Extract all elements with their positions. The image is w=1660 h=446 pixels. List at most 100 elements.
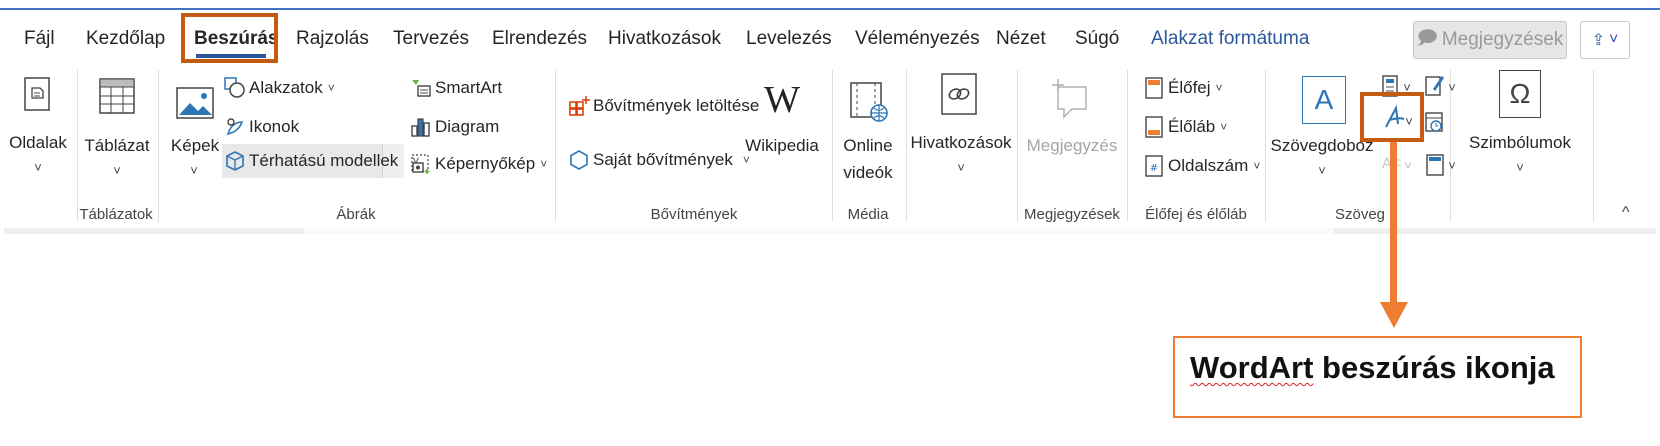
tab-layout[interactable]: Elrendezés bbox=[492, 28, 587, 50]
comments-button[interactable]: 🗩 Megjegyzések bbox=[1413, 21, 1567, 59]
footer-label: Élőláb bbox=[1168, 117, 1216, 136]
header-icon bbox=[1143, 77, 1165, 99]
header-label: Élőfej bbox=[1168, 78, 1211, 97]
online-video-label-line1[interactable]: Online bbox=[843, 133, 892, 159]
separator bbox=[1593, 70, 1594, 222]
screenshot-button[interactable]: Képernyőkép ˅ bbox=[410, 150, 547, 178]
separator bbox=[1017, 70, 1018, 222]
pictures-button[interactable]: Képek bbox=[171, 133, 219, 159]
table-button[interactable]: Táblázat bbox=[84, 133, 149, 159]
chevron-down-icon[interactable]: ˅ bbox=[190, 163, 198, 178]
online-video-icon[interactable] bbox=[848, 80, 890, 124]
new-comment-button[interactable]: Megjegyzés bbox=[1027, 133, 1118, 159]
group-label-header-footer: Élőfej és élőláb bbox=[1145, 206, 1247, 223]
online-video-label-line2[interactable]: videók bbox=[843, 160, 892, 186]
signature-line-icon[interactable] bbox=[1424, 72, 1446, 98]
group-label-tables: Táblázatok bbox=[79, 206, 153, 223]
get-addins-button[interactable]: Bővítmények letöltése bbox=[568, 92, 759, 120]
tab-draw[interactable]: Rajzolás bbox=[296, 28, 369, 50]
pictures-icon[interactable] bbox=[175, 86, 215, 120]
chevron-down-icon: ˅ bbox=[1215, 81, 1223, 95]
smartart-label: SmartArt bbox=[435, 78, 503, 97]
group-label-comments: Megjegyzések bbox=[1024, 206, 1120, 223]
links-button[interactable]: Hivatkozások bbox=[910, 130, 1011, 156]
chart-label: Diagram bbox=[435, 117, 500, 136]
chart-button[interactable]: Diagram bbox=[410, 113, 499, 141]
active-tab-underline bbox=[196, 54, 266, 58]
tab-view[interactable]: Nézet bbox=[996, 28, 1046, 50]
separator bbox=[77, 70, 78, 222]
textbox-icon[interactable]: A bbox=[1302, 76, 1346, 124]
my-addins-label: Saját bővítmények bbox=[593, 150, 733, 169]
table-icon[interactable] bbox=[97, 76, 137, 116]
tab-home[interactable]: Kezdőlap bbox=[86, 28, 165, 50]
tab-help[interactable]: Súgó bbox=[1075, 28, 1119, 50]
3d-models-label: Térhatású modellek bbox=[249, 151, 399, 170]
shapes-button[interactable]: Alakzatok ˅ bbox=[224, 74, 335, 102]
tab-review[interactable]: Véleményezés bbox=[855, 28, 980, 50]
share-button[interactable]: ⇪ ˅ bbox=[1580, 21, 1630, 59]
symbols-button[interactable]: Szimbólumok bbox=[1469, 130, 1571, 156]
top-accent-line bbox=[0, 8, 1660, 10]
page-number-button[interactable]: # Oldalszám ˅ bbox=[1143, 152, 1260, 180]
callout-arrow-head bbox=[1380, 302, 1408, 328]
callout-rest: beszúrás ikonja bbox=[1313, 350, 1555, 385]
separator bbox=[1127, 70, 1128, 222]
addin-hexagon-icon bbox=[568, 149, 590, 171]
chevron-down-icon[interactable]: ˅ bbox=[1448, 80, 1456, 95]
collapse-ribbon-icon[interactable]: ^ bbox=[1622, 204, 1630, 222]
textbox-button[interactable]: Szövegdoboz bbox=[1270, 133, 1373, 159]
shapes-label: Alakzatok bbox=[249, 78, 323, 97]
3d-models-button[interactable]: Térhatású modellek ˅ bbox=[224, 147, 419, 175]
callout-text: WordArt beszúrás ikonja bbox=[1190, 350, 1555, 386]
callout-arrow-shaft bbox=[1390, 142, 1397, 304]
tab-mailings[interactable]: Levelezés bbox=[746, 28, 832, 50]
callout-word-wordart: WordArt bbox=[1190, 350, 1314, 385]
footer-icon bbox=[1143, 116, 1165, 138]
separator bbox=[158, 70, 159, 222]
icons-button[interactable]: Ikonok bbox=[224, 113, 299, 141]
tab-file[interactable]: Fájl bbox=[24, 28, 55, 50]
wikipedia-button[interactable]: Wikipedia bbox=[745, 133, 819, 159]
footer-button[interactable]: Élőláb ˅ bbox=[1143, 113, 1227, 141]
svg-text:#: # bbox=[1150, 163, 1158, 174]
group-label-addins: Bővítmények bbox=[650, 206, 738, 223]
header-button[interactable]: Élőfej ˅ bbox=[1143, 74, 1223, 102]
date-time-icon[interactable] bbox=[1424, 110, 1446, 136]
cube-icon bbox=[224, 150, 246, 172]
separator bbox=[906, 70, 907, 222]
pages-icon[interactable] bbox=[20, 74, 54, 114]
group-label-illustrations: Ábrák bbox=[336, 206, 376, 223]
tab-design[interactable]: Tervezés bbox=[393, 28, 469, 50]
smartart-button[interactable]: SmartArt bbox=[410, 74, 502, 102]
chevron-down-icon[interactable]: ˅ bbox=[1448, 158, 1456, 173]
share-icon: ⇪ bbox=[1591, 32, 1606, 49]
new-comment-icon[interactable] bbox=[1049, 76, 1093, 120]
page-number-label: Oldalszám bbox=[1168, 156, 1249, 175]
chevron-down-icon[interactable]: ˅ bbox=[957, 160, 965, 175]
separator bbox=[832, 70, 833, 222]
my-addins-button[interactable]: Saját bővítmények ˅ bbox=[568, 146, 750, 174]
chevron-down-icon[interactable]: ˅ bbox=[113, 163, 121, 178]
share-dropdown-icon: ˅ bbox=[1609, 31, 1619, 48]
separator bbox=[555, 70, 556, 222]
group-label-media: Média bbox=[847, 206, 889, 223]
chevron-down-icon[interactable]: ˅ bbox=[1404, 158, 1412, 173]
tab-references[interactable]: Hivatkozások bbox=[608, 28, 721, 50]
screenshot-label: Képernyőkép bbox=[435, 154, 536, 173]
chevron-down-icon[interactable]: ˅ bbox=[1516, 160, 1524, 175]
wikipedia-icon[interactable]: W bbox=[760, 79, 804, 121]
pages-button[interactable]: Oldalak bbox=[9, 130, 67, 156]
comments-button-label: Megjegyzések bbox=[1441, 29, 1564, 50]
icons-label: Ikonok bbox=[249, 117, 300, 136]
link-icon[interactable] bbox=[939, 70, 979, 118]
tab-shape-format[interactable]: Alakzat formátuma bbox=[1151, 28, 1309, 50]
object-icon[interactable] bbox=[1424, 152, 1446, 178]
store-icon bbox=[568, 95, 590, 117]
chevron-down-icon[interactable]: ˅ bbox=[34, 160, 42, 175]
chevron-down-icon: ˅ bbox=[1220, 120, 1228, 134]
wordart-highlight-box bbox=[1360, 92, 1424, 142]
omega-icon[interactable]: Ω bbox=[1499, 70, 1541, 118]
ribbon-shadow bbox=[4, 228, 1656, 234]
chevron-down-icon[interactable]: ˅ bbox=[1318, 163, 1326, 178]
